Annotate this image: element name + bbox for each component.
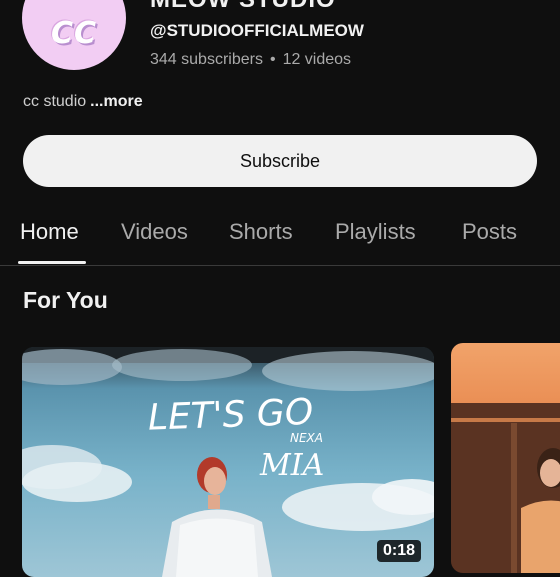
channel-stats: 344 subscribers • 12 videos <box>150 51 351 69</box>
channel-handle: @STUDIOOFFICIALMEOW <box>150 21 364 40</box>
tab-posts[interactable]: Posts <box>462 219 517 245</box>
subscribe-button[interactable]: Subscribe <box>23 135 537 187</box>
subscriber-count: 344 subscribers <box>150 51 263 68</box>
meta-separator: • <box>269 51 276 68</box>
tab-shorts[interactable]: Shorts <box>229 219 293 245</box>
tab-home[interactable]: Home <box>20 219 79 245</box>
tabs-divider <box>0 265 560 266</box>
section-title: For You <box>23 287 108 313</box>
tab-playlists[interactable]: Playlists <box>335 219 416 245</box>
thumbnail-subtitle-text: NEXA <box>290 431 323 445</box>
channel-description[interactable]: cc studio ...more <box>23 93 143 111</box>
video-thumbnail[interactable]: LET'S GO NEXA MIA <box>22 347 434 577</box>
more-link[interactable]: ...more <box>90 93 142 110</box>
duration-badge: 0:18 <box>377 540 422 562</box>
thumbnail-art: LET'S GO NEXA MIA <box>22 347 434 577</box>
avatar-logo-text: CC <box>50 15 98 51</box>
description-text: cc studio <box>23 93 87 110</box>
active-tab-indicator <box>18 261 86 264</box>
channel-name: MEOW STUDIO <box>150 0 336 14</box>
video-thumbnail[interactable] <box>451 343 560 573</box>
thumbnail-art <box>451 403 560 573</box>
channel-avatar[interactable]: CC <box>22 0 126 70</box>
thumbnail-title-text: LET'S GO <box>147 392 314 439</box>
tab-videos[interactable]: Videos <box>121 219 188 245</box>
video-count: 12 videos <box>282 51 352 68</box>
thumbnail-script-text: MIA <box>259 448 324 483</box>
